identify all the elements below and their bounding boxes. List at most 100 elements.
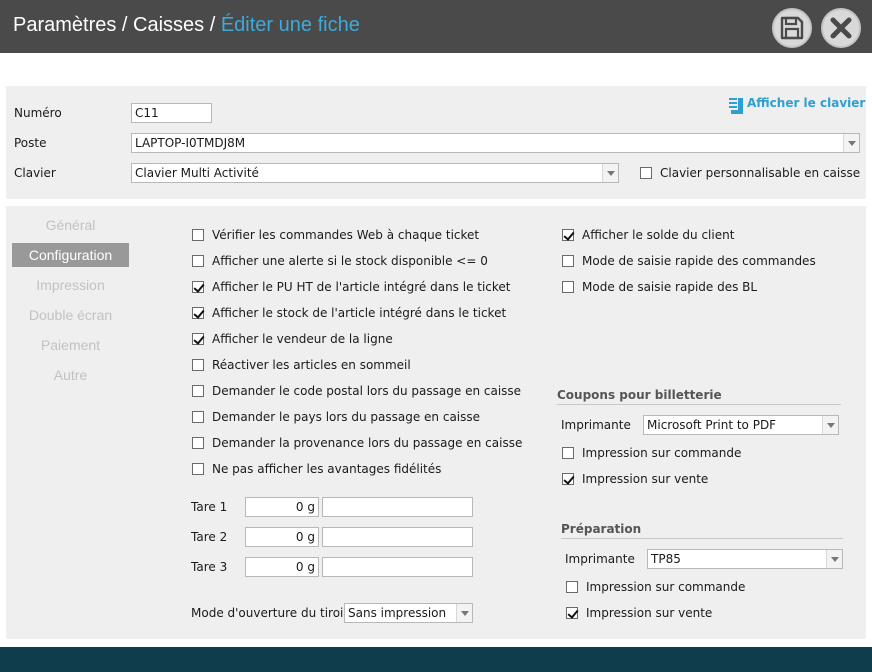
option-label: Mode de saisie rapide des commandes: [582, 254, 816, 268]
preparation-section-title: Préparation: [561, 522, 642, 536]
footer-bar: [0, 647, 872, 672]
tab-impression[interactable]: Impression: [12, 273, 129, 297]
tab-configuration[interactable]: Configuration: [12, 243, 129, 267]
checkbox-box: [562, 473, 574, 485]
option-label: Mode de saisie rapide des BL: [582, 280, 758, 294]
checkbox-box: [192, 281, 204, 293]
tare-3-weight-input[interactable]: 0 g: [245, 557, 319, 577]
checkbox-box: [192, 255, 204, 267]
coupons-impression-vente[interactable]: Impression sur vente: [562, 472, 708, 488]
option-label: Ne pas afficher les avantages fidélités: [212, 462, 442, 476]
tare-2-weight-input[interactable]: 0 g: [245, 527, 319, 547]
option-label: Demander la provenance lors du passage e…: [212, 436, 523, 450]
afficher-clavier-label: Afficher le clavier: [747, 96, 866, 110]
tiroir-select[interactable]: Sans impression: [344, 603, 473, 623]
tare-2-description-input[interactable]: [322, 527, 473, 547]
option-saisie-rapide-commandes[interactable]: Mode de saisie rapide des commandes: [562, 254, 816, 270]
tab-autre[interactable]: Autre: [12, 363, 129, 387]
numero-label: Numéro: [14, 106, 62, 120]
checkbox-box: [192, 437, 204, 449]
option-afficher-stock[interactable]: Afficher le stock de l'article intégré d…: [192, 306, 506, 322]
option-demander-pays[interactable]: Demander le pays lors du passage en cais…: [192, 410, 480, 426]
chevron-down-icon: [602, 164, 618, 182]
option-label: Afficher le solde du client: [582, 228, 735, 242]
clavier-select[interactable]: Clavier Multi Activité: [131, 163, 619, 183]
option-label: Afficher le vendeur de la ligne: [212, 332, 393, 346]
option-label: Impression sur commande: [582, 446, 742, 460]
option-label: Afficher le PU HT de l'article intégré d…: [212, 280, 511, 294]
checkbox-box: [192, 359, 204, 371]
poste-value: LAPTOP-I0TMDJ8M: [135, 136, 246, 150]
option-label: Afficher le stock de l'article intégré d…: [212, 306, 507, 320]
option-label: Vérifier les commandes Web à chaque tick…: [212, 228, 480, 242]
close-button[interactable]: [821, 8, 861, 48]
breadcrumb-current: Éditer une fiche: [220, 14, 360, 36]
tab-paiement[interactable]: Paiement: [12, 333, 129, 357]
checkbox-box: [562, 229, 574, 241]
tare-1-label: Tare 1: [191, 500, 228, 514]
clavier-value: Clavier Multi Activité: [135, 166, 259, 180]
option-afficher-solde-client[interactable]: Afficher le solde du client: [562, 228, 734, 244]
poste-label: Poste: [14, 136, 47, 150]
title-bar: Paramètres / Caisses / Éditer une fiche: [0, 0, 872, 53]
chevron-down-icon: [843, 134, 859, 152]
tab-double-ecran[interactable]: Double écran: [12, 303, 129, 327]
tare-3-label: Tare 3: [191, 560, 228, 574]
coupons-printer-select[interactable]: Microsoft Print to PDF: [643, 415, 839, 435]
save-icon: [780, 16, 804, 40]
chevron-down-icon: [822, 416, 838, 434]
preparation-impression-commande[interactable]: Impression sur commande: [566, 580, 745, 596]
keyboard-icon: [729, 98, 743, 114]
poste-select[interactable]: LAPTOP-I0TMDJ8M: [131, 133, 860, 153]
option-afficher-vendeur[interactable]: Afficher le vendeur de la ligne: [192, 332, 393, 348]
option-label: Demander le pays lors du passage en cais…: [212, 410, 481, 424]
option-alerte-stock[interactable]: Afficher une alerte si le stock disponib…: [192, 254, 488, 270]
preparation-printer-value: TP85: [651, 552, 681, 566]
clavier-label: Clavier: [14, 166, 56, 180]
save-button[interactable]: [772, 8, 812, 48]
tare-3-description-input[interactable]: [322, 557, 473, 577]
tare-1-description-input[interactable]: [322, 497, 473, 517]
checkbox-box: [192, 333, 204, 345]
option-afficher-pu-ht[interactable]: Afficher le PU HT de l'article intégré d…: [192, 280, 511, 296]
checkbox-box: [562, 255, 574, 267]
divider: [561, 538, 843, 539]
numero-input[interactable]: C11: [131, 103, 212, 123]
option-saisie-rapide-bl[interactable]: Mode de saisie rapide des BL: [562, 280, 757, 296]
page-title: Paramètres / Caisses / Éditer une fiche: [13, 14, 360, 37]
tiroir-value: Sans impression: [348, 606, 447, 620]
tab-general[interactable]: Général: [12, 213, 129, 237]
coupons-section-title: Coupons pour billetterie: [557, 388, 722, 402]
option-label: Afficher une alerte si le stock disponib…: [212, 254, 488, 268]
preparation-impression-vente[interactable]: Impression sur vente: [566, 606, 712, 622]
close-icon: [830, 17, 852, 39]
option-label: Impression sur vente: [582, 472, 709, 486]
tiroir-label: Mode d'ouverture du tiroir: [191, 606, 349, 620]
checkbox-box: [562, 447, 574, 459]
checkbox-box: [192, 411, 204, 423]
option-ne-pas-afficher-avantages[interactable]: Ne pas afficher les avantages fidélités: [192, 462, 441, 478]
breadcrumb: Paramètres / Caisses /: [13, 14, 221, 36]
preparation-printer-select[interactable]: TP85: [647, 549, 843, 569]
tare-1-weight-input[interactable]: 0 g: [245, 497, 319, 517]
checkbox-box: [192, 307, 204, 319]
coupons-impression-commande[interactable]: Impression sur commande: [562, 446, 741, 462]
option-demander-code-postal[interactable]: Demander le code postal lors du passage …: [192, 384, 521, 400]
checkbox-box: [566, 581, 578, 593]
option-label: Impression sur vente: [586, 606, 713, 620]
option-verifier-commandes-web[interactable]: Vérifier les commandes Web à chaque tick…: [192, 228, 479, 244]
chevron-down-icon: [456, 604, 472, 622]
checkbox-box: [192, 385, 204, 397]
clavier-perso-checkbox[interactable]: Clavier personnalisable en caisse: [640, 166, 860, 182]
option-label: Réactiver les articles en sommeil: [212, 358, 411, 372]
tare-2-label: Tare 2: [191, 530, 228, 544]
checkbox-box: [192, 229, 204, 241]
option-reactiver-articles[interactable]: Réactiver les articles en sommeil: [192, 358, 411, 374]
option-label: Demander le code postal lors du passage …: [212, 384, 522, 398]
coupons-printer-label: Imprimante: [561, 418, 631, 432]
option-demander-provenance[interactable]: Demander la provenance lors du passage e…: [192, 436, 522, 452]
checkbox-box: [566, 607, 578, 619]
divider: [557, 404, 841, 405]
checkbox-box: [640, 167, 652, 179]
checkbox-box: [192, 463, 204, 475]
